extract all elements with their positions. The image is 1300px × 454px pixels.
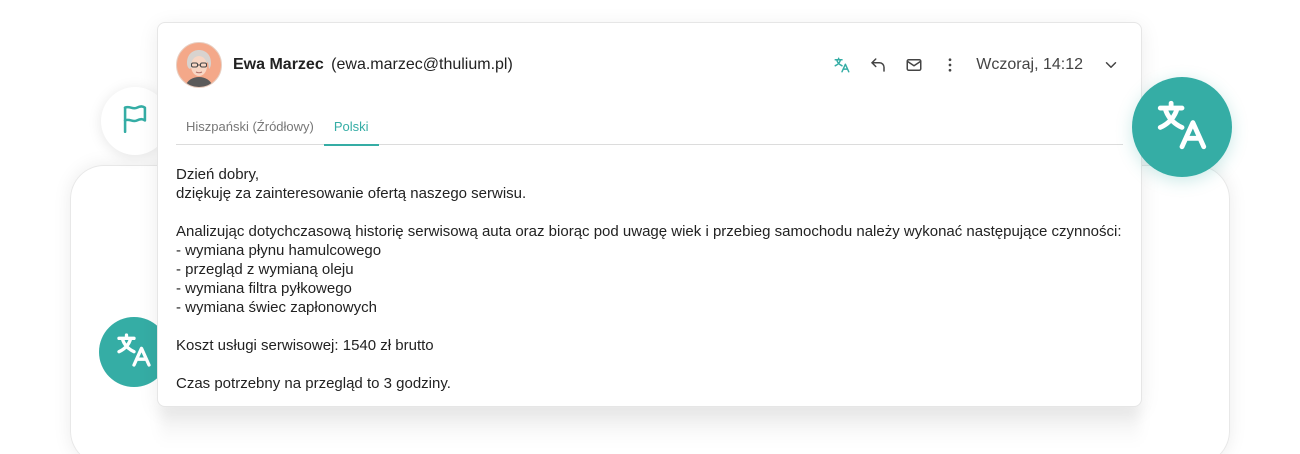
email-header: Ewa Marzec (ewa.marzec@thulium.pl) Wczor… [176, 41, 1123, 89]
language-tabs: Hiszpański (Źródłowy) Polski [176, 115, 1123, 146]
translate-icon [114, 330, 154, 375]
flag-icon [118, 102, 152, 141]
chevron-down-icon[interactable] [1099, 53, 1123, 77]
reply-icon[interactable] [866, 53, 890, 77]
background-shadow [160, 405, 1140, 445]
email-datetime: Wczoraj, 14:12 [976, 56, 1083, 73]
list-item: - wymiana płynu hamulcowego [176, 242, 382, 259]
more-vertical-icon[interactable] [938, 53, 962, 77]
tab-polish[interactable]: Polski [323, 115, 379, 146]
avatar [176, 42, 222, 88]
translate-icon[interactable] [830, 53, 854, 77]
tab-source-language[interactable]: Hiszpański (Źródłowy) [176, 115, 324, 145]
intro-line: Analizując dotychczasową historię serwis… [176, 223, 1122, 240]
thanks-line: dziękuję za zainteresowanie ofertą nasze… [176, 185, 527, 202]
email-body: Dzień dobry, dziękuję za zainteresowanie… [176, 165, 1123, 393]
translate-icon [1153, 96, 1211, 159]
cost-line: Koszt usługi serwisowej: 1540 zł brutto [176, 337, 434, 354]
sender-email: (ewa.marzec@thulium.pl) [331, 56, 513, 73]
sender-name: Ewa Marzec [233, 56, 324, 73]
sender-info: Ewa Marzec (ewa.marzec@thulium.pl) [233, 56, 513, 74]
list-item: - wymiana filtra pyłkowego [176, 280, 352, 297]
greeting-line: Dzień dobry, [176, 166, 260, 183]
email-actions: Wczoraj, 14:12 [818, 41, 1123, 89]
time-line: Czas potrzebny na przegląd to 3 godziny. [176, 375, 451, 392]
list-item: - wymiana świec zapłonowych [176, 299, 377, 316]
mail-icon[interactable] [902, 53, 926, 77]
translate-badge-large [1132, 77, 1232, 177]
list-item: - przegląd z wymianą oleju [176, 261, 354, 278]
email-card: Ewa Marzec (ewa.marzec@thulium.pl) Wczor… [157, 22, 1142, 407]
